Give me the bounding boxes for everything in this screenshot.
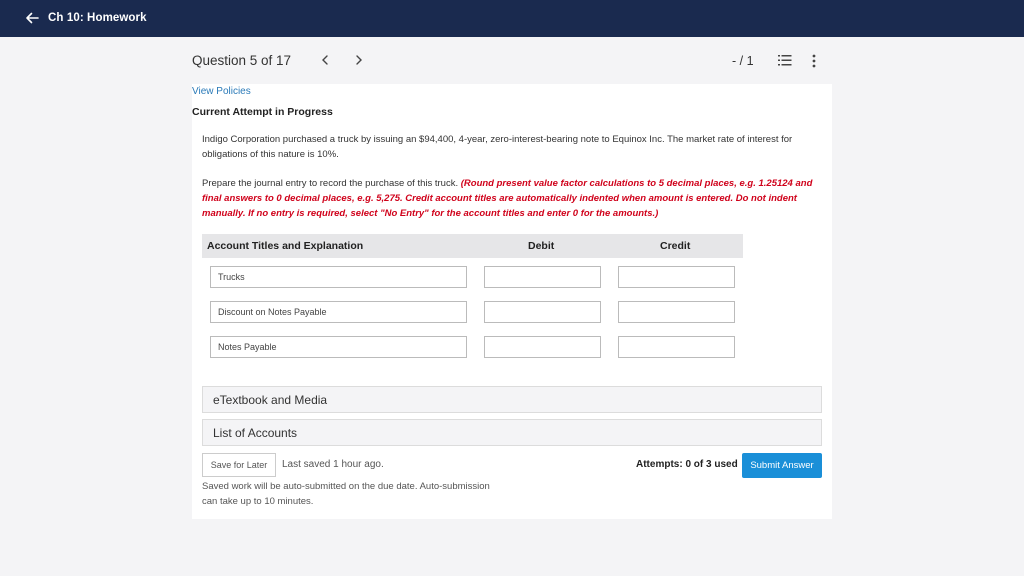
attempts-counter: Attempts: 0 of 3 used: [636, 459, 738, 470]
problem-text: Indigo Corporation purchased a truck by …: [202, 134, 793, 160]
credit-input[interactable]: [618, 336, 735, 358]
column-header-credit: Credit: [660, 240, 691, 252]
column-header-account: Account Titles and Explanation: [207, 240, 364, 252]
more-vertical-icon[interactable]: [811, 53, 817, 69]
journal-table-header: Account Titles and Explanation Debit Cre…: [202, 234, 743, 258]
top-bar: Ch 10: Homework: [0, 0, 1024, 37]
debit-input[interactable]: [484, 336, 601, 358]
question-header: Question 5 of 17 - / 1: [192, 50, 832, 74]
question-card: View Policies Current Attempt in Progres…: [192, 84, 832, 519]
instructions: Prepare the journal entry to record the …: [202, 176, 817, 221]
question-score: - / 1: [732, 54, 754, 68]
debit-input[interactable]: [484, 301, 601, 323]
journal-row: [202, 301, 743, 325]
credit-input[interactable]: [618, 301, 735, 323]
question-counter: Question 5 of 17: [192, 53, 292, 68]
account-title-input[interactable]: [210, 301, 467, 323]
question-list-icon[interactable]: [778, 54, 792, 67]
chevron-left-icon[interactable]: [318, 53, 332, 67]
journal-row: [202, 266, 743, 290]
instructions-lead: Prepare the journal entry to record the …: [202, 178, 461, 189]
credit-input[interactable]: [618, 266, 735, 288]
account-title-input[interactable]: [210, 336, 467, 358]
arrow-left-icon[interactable]: [25, 11, 39, 25]
debit-input[interactable]: [484, 266, 601, 288]
last-saved-status: Last saved 1 hour ago.: [282, 459, 384, 470]
journal-row: [202, 336, 743, 360]
save-for-later-button[interactable]: Save for Later: [202, 453, 276, 477]
column-header-debit: Debit: [528, 240, 555, 252]
view-policies-link[interactable]: View Policies: [192, 86, 251, 97]
etextbook-panel[interactable]: eTextbook and Media: [202, 386, 822, 413]
account-title-input[interactable]: [210, 266, 467, 288]
attempt-heading: Current Attempt in Progress: [192, 106, 333, 118]
assignment-title: Ch 10: Homework: [48, 12, 147, 24]
list-of-accounts-panel[interactable]: List of Accounts: [202, 419, 822, 446]
submit-answer-button[interactable]: Submit Answer: [742, 453, 822, 478]
autosubmit-note: Saved work will be auto-submitted on the…: [202, 481, 490, 507]
chevron-right-icon[interactable]: [352, 53, 366, 67]
